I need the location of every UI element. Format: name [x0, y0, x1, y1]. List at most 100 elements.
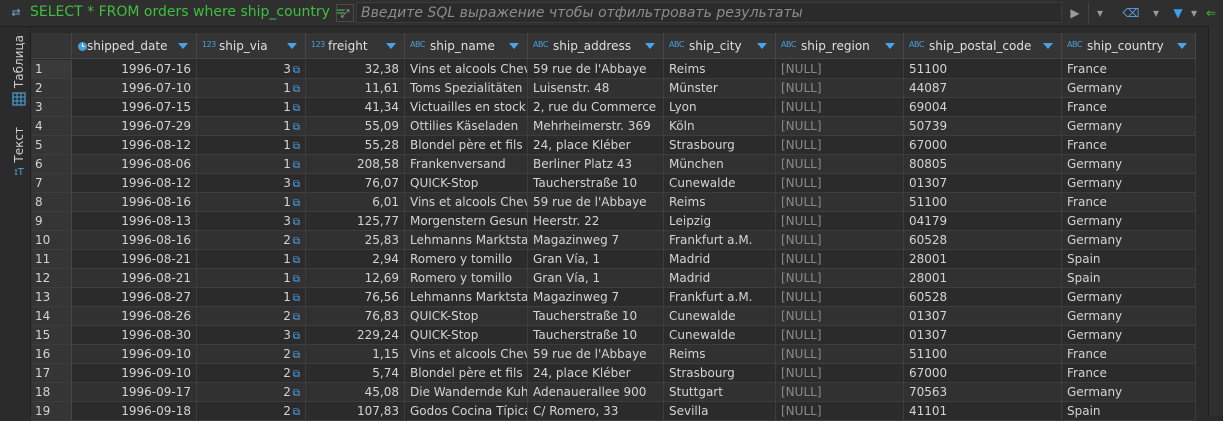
cell-ship_name[interactable]: Lehmanns Marktstand: [405, 288, 528, 307]
cell-ship_address[interactable]: Magazinweg 7: [528, 231, 664, 250]
row-number[interactable]: 3: [31, 98, 72, 117]
row-number[interactable]: 17: [31, 364, 72, 383]
cell-ship_country[interactable]: France: [1062, 345, 1196, 364]
cell-ship_city[interactable]: Cunewalde: [664, 307, 776, 326]
sort-arrow-icon[interactable]: [509, 43, 519, 49]
apply-filter-icon[interactable]: ▶: [1066, 3, 1084, 23]
cell-ship_country[interactable]: France: [1062, 98, 1196, 117]
cell-shipped_date[interactable]: 1996-08-12: [72, 174, 197, 193]
cell-ship_city[interactable]: Strasbourg: [664, 136, 776, 155]
foreign-key-link-icon[interactable]: ⧉: [293, 407, 300, 418]
column-header-ship_name[interactable]: ABC ship_name: [405, 33, 528, 59]
row-number[interactable]: 6: [31, 155, 72, 174]
cell-ship_name[interactable]: Vins et alcools Chevalier: [405, 60, 528, 79]
cell-ship_name[interactable]: Morgenstern Gesundkost: [405, 212, 528, 231]
cell-ship_postal_code[interactable]: 60528: [904, 231, 1062, 250]
cell-freight[interactable]: 76,83: [306, 307, 405, 326]
foreign-key-link-icon[interactable]: ⧉: [293, 236, 300, 247]
cell-ship_via[interactable]: 1 ⧉: [197, 136, 306, 155]
cell-ship_name[interactable]: Ottilies Käseladen: [405, 117, 528, 136]
table-row[interactable]: 18 1996-09-17 2 ⧉ 45,08 Die Wandernde Kuh Aden…: [31, 383, 1196, 402]
cell-freight[interactable]: 55,28: [306, 136, 405, 155]
foreign-key-link-icon[interactable]: ⧉: [293, 84, 300, 95]
table-row[interactable]: 11 1996-08-21 1 ⧉ 2,94 Romero y tomillo Gran V…: [31, 250, 1196, 269]
table-row[interactable]: 1 1996-07-16 3⧉ 32,38 Vins et alcools Cheval…: [31, 60, 1196, 79]
row-number[interactable]: 18: [31, 383, 72, 402]
sort-arrow-icon[interactable]: [386, 43, 396, 49]
cell-freight[interactable]: 2,94: [306, 250, 405, 269]
cell-ship_city[interactable]: Leipzig: [664, 212, 776, 231]
cell-freight[interactable]: 125,77: [306, 212, 405, 231]
cell-ship_region[interactable]: [NULL]: [776, 60, 904, 79]
column-header-ship_country[interactable]: ABC ship_country: [1062, 33, 1196, 59]
foreign-key-link-icon[interactable]: ⧉: [293, 312, 300, 323]
cell-freight[interactable]: 107,83: [306, 402, 405, 421]
cell-ship_postal_code[interactable]: 51100: [904, 345, 1062, 364]
cell-ship_region[interactable]: [NULL]: [776, 193, 904, 212]
sort-arrow-icon[interactable]: [287, 43, 297, 49]
filter-input[interactable]: [356, 2, 1062, 23]
row-number[interactable]: 16: [31, 345, 72, 364]
row-number[interactable]: 7: [31, 174, 72, 193]
table-row[interactable]: 5 1996-08-12 1 ⧉ 55,28 Blondel père et fils 24…: [31, 136, 1196, 155]
cell-shipped_date[interactable]: 1996-08-13: [72, 212, 197, 231]
cell-ship_via[interactable]: 2 ⧉: [197, 364, 306, 383]
filter-history-icon[interactable]: ⇄: [8, 5, 24, 21]
table-row[interactable]: 6 1996-08-06 1 ⧉ 208,58 Frankenversand Berline…: [31, 155, 1196, 174]
cell-ship_via[interactable]: 3 ⧉: [197, 60, 306, 79]
foreign-key-link-icon[interactable]: ⧉: [293, 141, 300, 152]
cell-ship_name[interactable]: Romero y tomillo: [405, 269, 528, 288]
sort-arrow-icon[interactable]: [645, 43, 655, 49]
table-row[interactable]: 12 1996-08-21 1 ⧉ 12,69 Romero y tomillo Gran …: [31, 269, 1196, 288]
cell-freight[interactable]: 6,01: [306, 193, 405, 212]
cell-ship_postal_code[interactable]: 04179: [904, 212, 1062, 231]
cell-ship_address[interactable]: Heerstr. 22: [528, 212, 664, 231]
vertical-scrollbar[interactable]: [1196, 60, 1208, 416]
cell-ship_region[interactable]: [NULL]: [776, 117, 904, 136]
cell-ship_name[interactable]: QUICK-Stop: [405, 326, 528, 345]
cell-ship_postal_code[interactable]: 80805: [904, 155, 1062, 174]
cell-ship_address[interactable]: Taucherstraße 10: [528, 326, 664, 345]
cell-ship_region[interactable]: [NULL]: [776, 307, 904, 326]
cell-ship_name[interactable]: QUICK-Stop: [405, 307, 528, 326]
cell-ship_region[interactable]: [NULL]: [776, 364, 904, 383]
cell-shipped_date[interactable]: 1996-08-16: [72, 193, 197, 212]
cell-ship_region[interactable]: [NULL]: [776, 326, 904, 345]
tab-text[interactable]: Текст ɪT: [8, 127, 30, 178]
clear-filter-icon[interactable]: ⌫: [1122, 3, 1140, 23]
cell-shipped_date[interactable]: 1996-08-30: [72, 326, 197, 345]
foreign-key-link-icon[interactable]: ⧉: [293, 350, 300, 361]
cell-ship_country[interactable]: Spain: [1062, 269, 1196, 288]
cell-ship_postal_code[interactable]: 67000: [904, 136, 1062, 155]
cell-ship_country[interactable]: Spain: [1062, 250, 1196, 269]
cell-ship_via[interactable]: 1 ⧉: [197, 79, 306, 98]
cell-ship_region[interactable]: [NULL]: [776, 98, 904, 117]
cell-ship_postal_code[interactable]: 01307: [904, 307, 1062, 326]
cell-ship_address[interactable]: Mehrheimerstr. 369: [528, 117, 664, 136]
column-header-shipped_date[interactable]: shipped_date: [72, 33, 197, 59]
table-row[interactable]: 17 1996-09-10 2 ⧉ 5,74 Blondel père et fils 24…: [31, 364, 1196, 383]
cell-ship_address[interactable]: 24, place Kléber: [528, 136, 664, 155]
cell-ship_via[interactable]: 2 ⧉: [197, 402, 306, 421]
foreign-key-link-icon[interactable]: ⧉: [293, 388, 300, 399]
filter-dropdown-icon[interactable]: ▾: [1088, 3, 1111, 23]
cell-ship_postal_code[interactable]: 70563: [904, 383, 1062, 402]
table-row[interactable]: 16 1996-09-10 2⧉ 1,15 Vins et alcools Cheval…: [31, 345, 1196, 364]
table-row[interactable]: 7 1996-08-12 3 ⧉ 76,07 QUICK-Stop Taucherstraß…: [31, 174, 1196, 193]
cell-ship_postal_code[interactable]: 28001: [904, 250, 1062, 269]
cell-ship_name[interactable]: Die Wandernde Kuh: [405, 383, 528, 402]
cell-freight[interactable]: 55,09: [306, 117, 405, 136]
cell-ship_city[interactable]: Madrid: [664, 250, 776, 269]
cell-ship_address[interactable]: Taucherstraße 10: [528, 174, 664, 193]
cell-ship_region[interactable]: [NULL]: [776, 212, 904, 231]
cell-ship_postal_code[interactable]: 60528: [904, 288, 1062, 307]
expand-filter-icon[interactable]: ⤢: [336, 4, 354, 22]
cell-ship_address[interactable]: Gran Vía, 1: [528, 269, 664, 288]
cell-ship_name[interactable]: Blondel père et fils: [405, 364, 528, 383]
cell-ship_name[interactable]: Romero y tomillo: [405, 250, 528, 269]
cell-freight[interactable]: 76,07: [306, 174, 405, 193]
cell-ship_country[interactable]: France: [1062, 60, 1196, 79]
column-header-freight[interactable]: 123 freight: [306, 33, 405, 59]
column-header-ship_region[interactable]: ABC ship_region: [776, 33, 904, 59]
sort-arrow-icon[interactable]: [1177, 43, 1187, 49]
